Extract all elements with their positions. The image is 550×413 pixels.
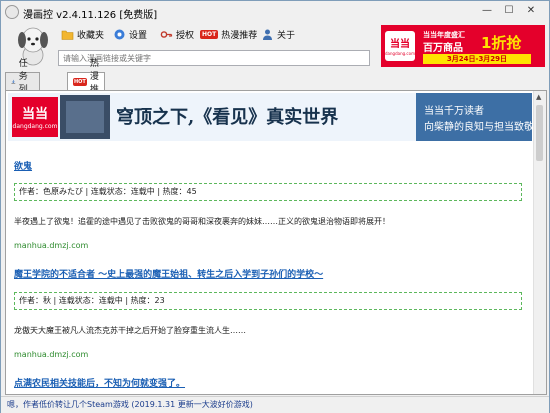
entry-title-link[interactable]: 点满农民相关技能后，不知为何就变强了。 bbox=[14, 376, 185, 389]
content-pane: 当当 dangdang.com 穹顶之下,《看见》真实世界 当当千万读者 向柴静… bbox=[5, 90, 547, 395]
entry-source: manhua.dmzj.com bbox=[14, 350, 89, 359]
entry-title-link[interactable]: 欲鬼 bbox=[14, 159, 32, 172]
entry-title-link[interactable]: 魔王学院的不适合者 ～史上最强的魔王始祖、转生之后入学到子孙们的学校～ bbox=[14, 267, 323, 280]
app-logo-icon bbox=[5, 5, 19, 19]
hot-recommend-label: 热漫推荐 bbox=[221, 30, 258, 41]
hot-recommend-button[interactable]: HOT 热漫推荐 bbox=[200, 26, 257, 42]
minimize-button[interactable]: — bbox=[479, 4, 495, 18]
banner-side-line2: 向柴静的良知与担当致敬! bbox=[424, 122, 532, 133]
entry-description: 龙傲天大魔王被凡人流杰克苏干掉之后开始了脸穿重生流人生…… bbox=[14, 326, 246, 335]
banner-headline: 穹顶之下,《看见》真实世界 bbox=[116, 107, 339, 128]
person-icon bbox=[263, 29, 272, 40]
ad-line3: 1折抢 bbox=[481, 34, 522, 52]
tab-task-list[interactable]: 任务列表 bbox=[5, 59, 41, 108]
book-cover-image bbox=[60, 95, 110, 139]
entry-meta: 作者：色原みたび | 连载状态：连载中 | 热度：45 bbox=[14, 183, 522, 201]
favorites-label: 收藏夹 bbox=[77, 30, 105, 41]
key-icon bbox=[160, 30, 173, 38]
title-bar: 漫画控 v2.4.11.126 [免费版] — ☐ ✕ bbox=[1, 1, 549, 23]
folder-icon bbox=[61, 30, 74, 40]
scroll-up-icon[interactable]: ▲ bbox=[536, 93, 541, 101]
authorize-button[interactable]: 授权 bbox=[160, 26, 194, 42]
app-window: 漫画控 v2.4.11.126 [免费版] — ☐ ✕ 收藏夹 设置 授权 HO… bbox=[0, 0, 550, 413]
window-title: 漫画控 v2.4.11.126 [免费版] bbox=[23, 10, 158, 21]
gear-icon bbox=[114, 29, 125, 39]
entry-description: 半夜遇上了欲鬼！追霍的途中遇见了击败欲鬼的哥哥和深夜裹奔的妹妹……正义的欲鬼退治… bbox=[14, 217, 390, 226]
hot-icon: HOT bbox=[73, 78, 87, 86]
about-button[interactable]: 关于 bbox=[261, 26, 295, 42]
settings-button[interactable]: 设置 bbox=[113, 26, 147, 42]
search-field[interactable] bbox=[58, 50, 370, 66]
banner-side-panel: 当当千万读者 向柴静的良知与担当致敬! bbox=[416, 93, 532, 141]
status-bar: 嗯，作者低价转让几个Steam游戏 (2019.1.31 更新一大波好价游戏) bbox=[1, 396, 549, 413]
entry-meta: 作者：秋 | 连载状态：连载中 | 热度：23 bbox=[14, 292, 522, 310]
download-icon bbox=[11, 79, 16, 84]
vertical-scrollbar[interactable]: ▲ bbox=[533, 91, 546, 394]
favorites-button[interactable]: 收藏夹 bbox=[61, 26, 104, 42]
scroll-thumb[interactable] bbox=[536, 105, 543, 161]
authorize-label: 授权 bbox=[176, 30, 195, 41]
maximize-button[interactable]: ☐ bbox=[501, 4, 517, 18]
dangdang-logo: 当当 dangdang.com bbox=[12, 97, 58, 137]
search-input[interactable] bbox=[59, 51, 369, 65]
settings-label: 设置 bbox=[129, 30, 148, 41]
hot-badge-icon: HOT bbox=[200, 29, 219, 39]
close-button[interactable]: ✕ bbox=[523, 4, 539, 18]
ad-dates: 3月24日-3月29日 bbox=[423, 54, 531, 64]
ad-line2: 百万商品 bbox=[423, 43, 463, 54]
tab-hot-recommend[interactable]: HOT 热漫推荐 bbox=[67, 59, 105, 108]
about-label: 关于 bbox=[277, 30, 296, 41]
ad-banner-main[interactable]: 当当 dangdang.com 穹顶之下,《看见》真实世界 当当千万读者 向柴静… bbox=[8, 93, 532, 141]
entry-source: manhua.dmzj.com bbox=[14, 241, 89, 250]
status-link[interactable]: 嗯，作者低价转让几个Steam游戏 (2019.1.31 更新一大波好价游戏) bbox=[7, 399, 253, 410]
dangdang-logo: 当当 dangdang.com bbox=[385, 31, 415, 61]
ad-banner-top[interactable]: 当当 dangdang.com 当当年度盛汇 百万商品 1折抢 3月24日-3月… bbox=[381, 25, 545, 67]
banner-side-line1: 当当千万读者 bbox=[424, 106, 484, 117]
